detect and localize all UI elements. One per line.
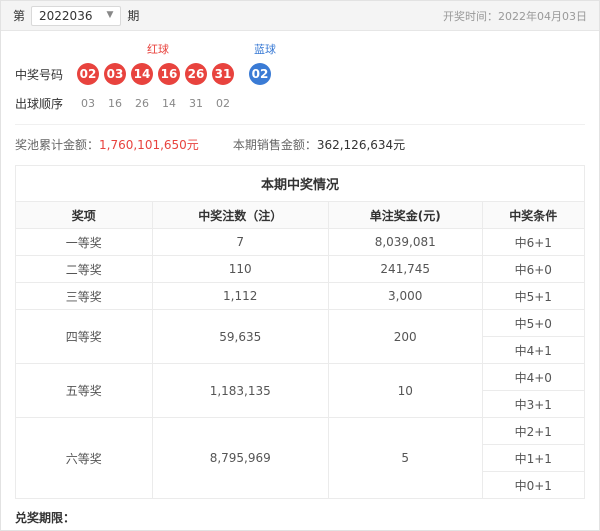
draw-time-value: 2022年04月03日 <box>498 9 587 23</box>
condition-cell: 中6+1 <box>481 228 586 256</box>
red-ball: 31 <box>212 63 234 85</box>
topbar: 第 2022036 ▼ 期 开奖时间：2022年04月03日 <box>1 1 599 31</box>
prize-cell: 二等奖 <box>15 255 153 283</box>
amounts-row: 奖池累计金额：1,760,101,650元 本期销售金额：362,126,634… <box>15 124 585 153</box>
amount-cell: 10 <box>327 363 483 418</box>
period-select[interactable]: 2022036 ▼ <box>31 5 122 26</box>
sales-amount: 本期销售金额：362,126,634元 <box>233 136 405 153</box>
sales-amount-label: 本期销售金额： <box>232 138 317 152</box>
period-prefix-label: 第 <box>13 9 26 23</box>
count-cell: 8,795,969 <box>151 417 329 499</box>
amount-cell: 5 <box>327 417 483 499</box>
sales-amount-value: 362,126,634元 <box>316 138 406 152</box>
draw-order-label: 出球顺序 <box>15 97 64 111</box>
amount-cell: 8,039,081 <box>327 228 483 256</box>
order-number: 14 <box>162 97 176 110</box>
table-row: 五等奖 1,183,135 10 中4+0 <box>15 363 586 418</box>
table-row: 一等奖 7 8,039,081 中6+1 <box>15 228 586 256</box>
draw-order-row: 出球顺序 03 16 26 14 31 02 <box>15 95 585 112</box>
ball-group-labels: 红球 蓝球 <box>15 41 585 57</box>
count-cell: 1,112 <box>151 282 329 310</box>
condition-cell: 中2+1 <box>481 417 586 445</box>
red-ball: 02 <box>77 63 99 85</box>
table-row: 三等奖 1,112 3,000 中5+1 <box>15 282 586 310</box>
red-ball: 16 <box>158 63 180 85</box>
table-row: 六等奖 8,795,969 5 中2+1 <box>15 417 586 499</box>
count-cell: 59,635 <box>151 309 329 364</box>
red-ball: 03 <box>104 63 126 85</box>
condition-cell: 中0+1 <box>481 471 586 499</box>
blue-ball: 02 <box>249 63 271 85</box>
count-cell: 1,183,135 <box>151 363 329 418</box>
prize-table-title: 本期中奖情况 <box>15 165 585 201</box>
prize-cell: 五等奖 <box>15 363 153 418</box>
condition-cell: 中5+0 <box>481 309 586 337</box>
main-content: 红球 蓝球 中奖号码 02 03 14 16 26 31 02 出球顺序 03 … <box>1 31 599 499</box>
blue-ball-group-label: 蓝球 <box>254 43 276 56</box>
table-row: 四等奖 59,635 200 中5+0 <box>15 309 586 364</box>
red-ball: 14 <box>131 63 153 85</box>
condition-cell: 中1+1 <box>481 444 586 472</box>
condition-cell: 中6+0 <box>481 255 586 283</box>
prize-cell: 一等奖 <box>15 228 153 256</box>
winning-numbers-label: 中奖号码 <box>15 67 64 82</box>
period-suffix-label: 期 <box>127 9 140 23</box>
chevron-down-icon: ▼ <box>106 10 114 20</box>
red-ball-group-label: 红球 <box>147 43 169 56</box>
amount-cell: 3,000 <box>327 282 483 310</box>
prize-cell: 四等奖 <box>15 309 153 364</box>
draw-time: 开奖时间：2022年04月03日 <box>443 8 587 24</box>
winning-numbers-row: 中奖号码 02 03 14 16 26 31 02 <box>15 63 585 85</box>
order-number: 02 <box>216 97 230 110</box>
period-selector-group: 第 2022036 ▼ 期 <box>13 5 140 26</box>
table-row: 二等奖 110 241,745 中6+0 <box>15 255 586 283</box>
header-count: 中奖注数（注） <box>151 201 329 229</box>
pool-amount-label: 奖池累计金额： <box>15 138 100 152</box>
condition-cell: 中3+1 <box>481 390 586 418</box>
table-header-row: 奖项 中奖注数（注） 单注奖金(元) 中奖条件 <box>15 201 586 229</box>
condition-cell: 中4+0 <box>481 363 586 391</box>
order-number: 16 <box>108 97 122 110</box>
prize-table-section: 本期中奖情况 奖项 中奖注数（注） 单注奖金(元) 中奖条件 一等奖 7 8,0… <box>15 165 586 499</box>
lottery-result-page: 第 2022036 ▼ 期 开奖时间：2022年04月03日 红球 蓝球 中奖号… <box>0 0 600 531</box>
winning-balls: 02 03 14 16 26 31 02 <box>77 63 271 85</box>
redemption-title: 兑奖期限： <box>15 511 76 525</box>
prize-table: 奖项 中奖注数（注） 单注奖金(元) 中奖条件 一等奖 7 8,039,081 … <box>15 201 586 499</box>
amount-cell: 241,745 <box>327 255 483 283</box>
header-condition: 中奖条件 <box>481 201 586 229</box>
count-cell: 7 <box>151 228 329 256</box>
prize-cell: 三等奖 <box>15 282 153 310</box>
header-prize: 奖项 <box>15 201 153 229</box>
order-number: 03 <box>81 97 95 110</box>
order-number: 26 <box>135 97 149 110</box>
condition-cell: 中4+1 <box>481 336 586 364</box>
period-select-value: 2022036 <box>39 8 93 23</box>
condition-cell: 中5+1 <box>481 282 586 310</box>
order-number: 31 <box>189 97 203 110</box>
draw-time-label: 开奖时间： <box>443 9 498 23</box>
pool-amount: 奖池累计金额：1,760,101,650元 <box>15 136 199 153</box>
amount-cell: 200 <box>327 309 483 364</box>
header-amount: 单注奖金(元) <box>327 201 483 229</box>
prize-cell: 六等奖 <box>15 417 153 499</box>
count-cell: 110 <box>151 255 329 283</box>
draw-order-numbers: 03 16 26 14 31 02 <box>77 97 239 110</box>
pool-amount-value: 1,760,101,650元 <box>99 138 199 152</box>
redemption-info: 兑奖期限： 双色球兑奖当期有效。中奖者应当自开奖之日起60个自然日内，持中奖彩票… <box>1 499 599 530</box>
red-ball: 26 <box>185 63 207 85</box>
